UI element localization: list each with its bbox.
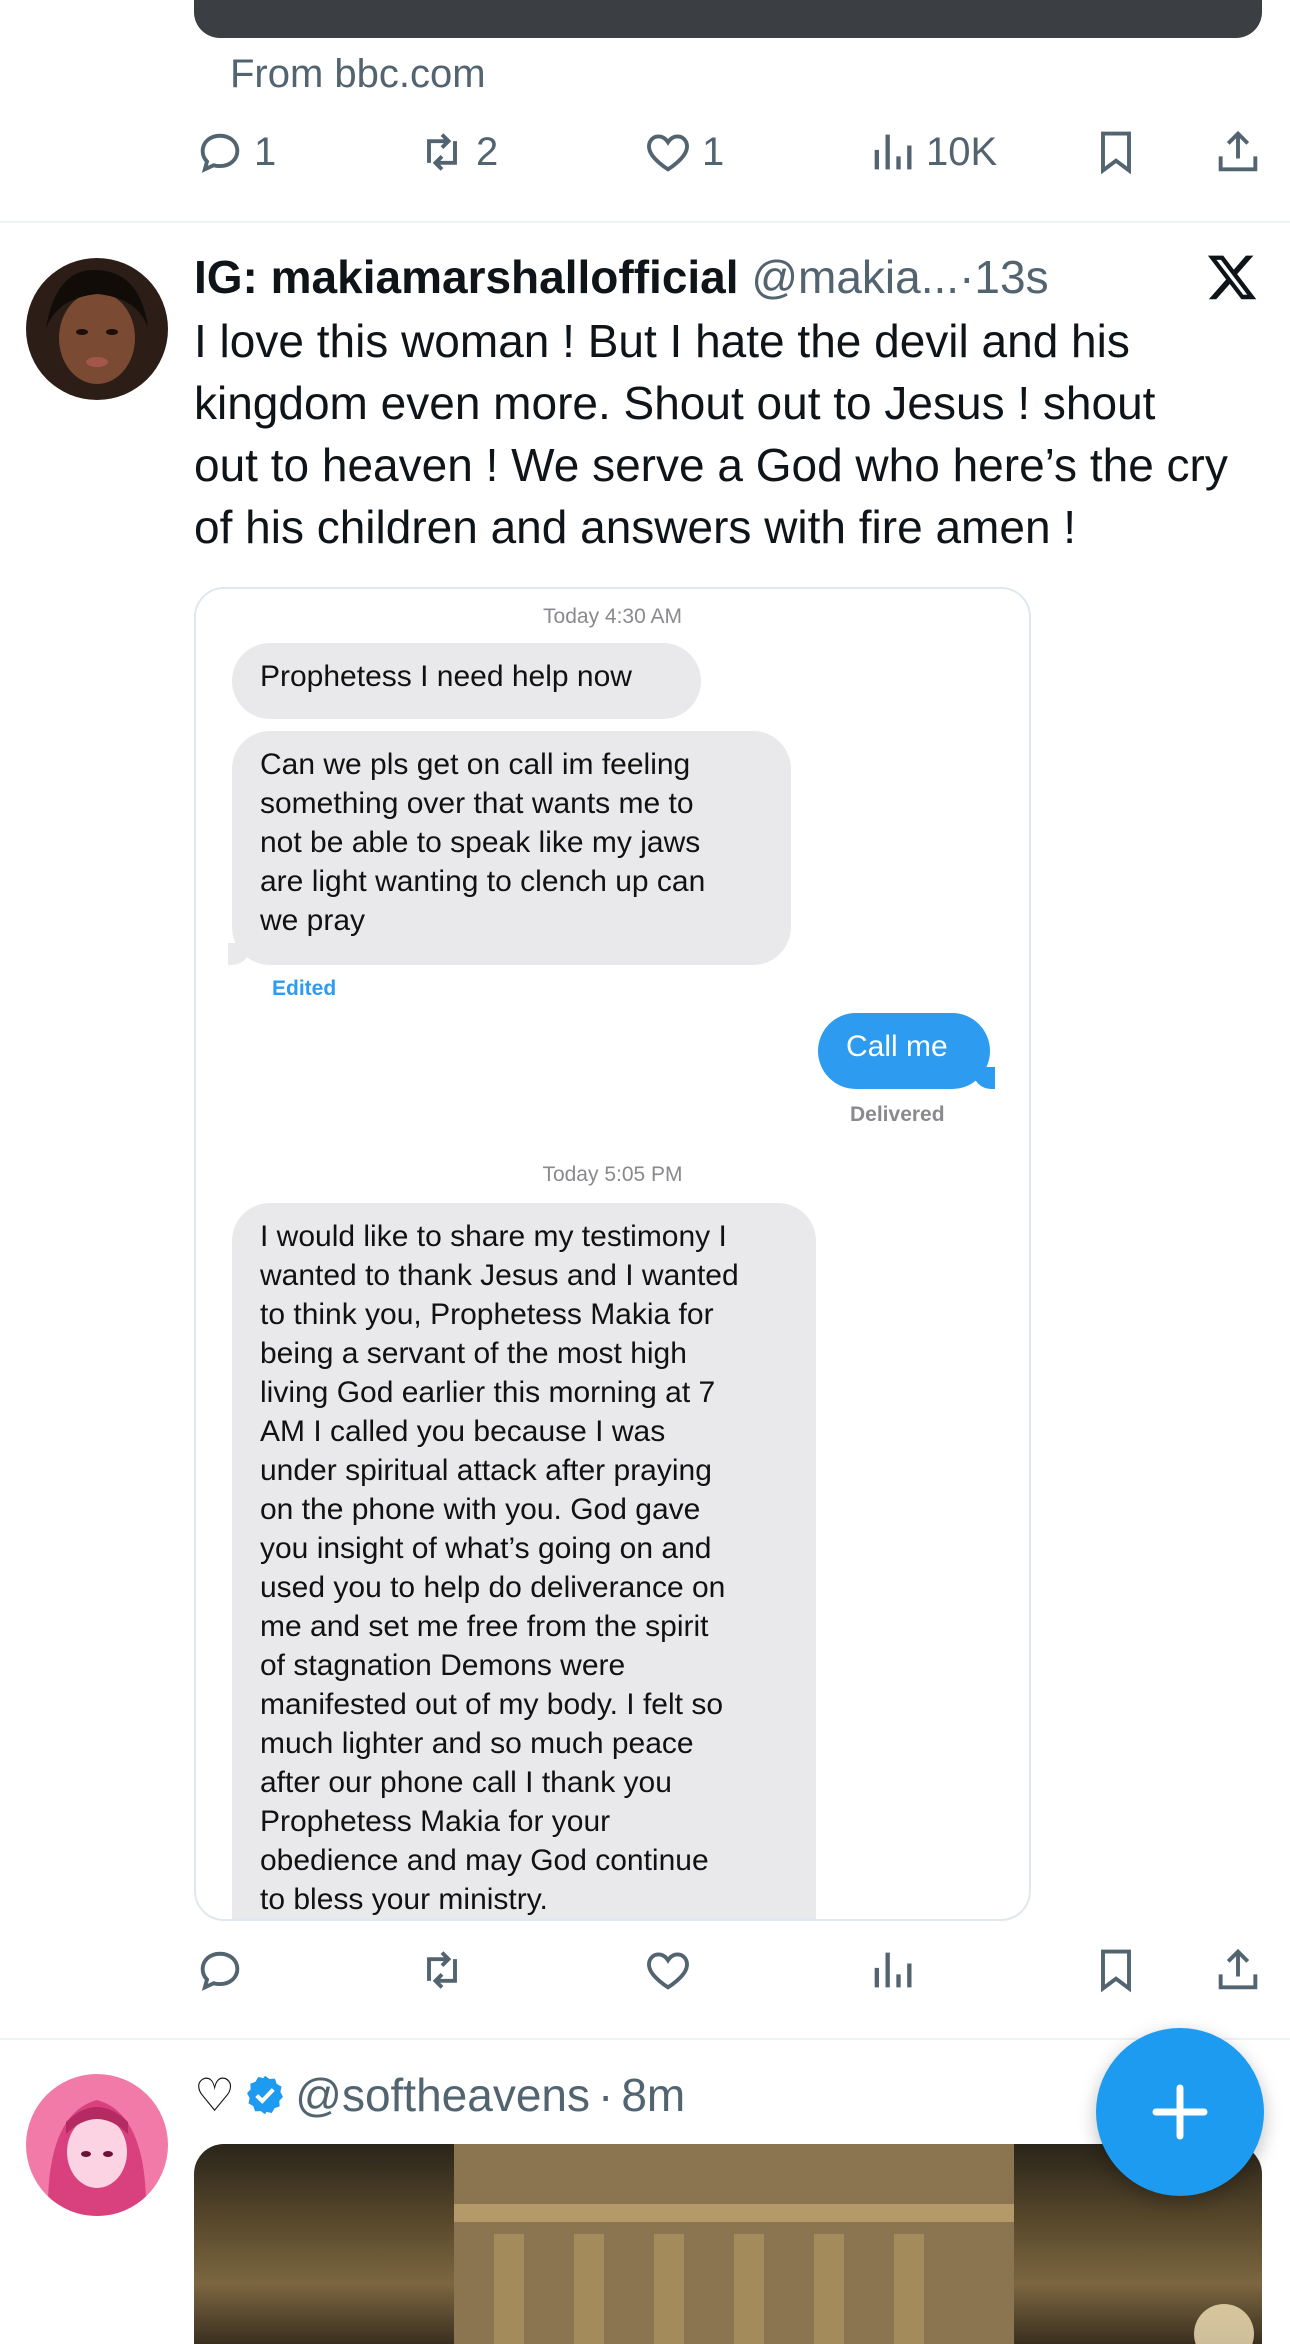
tweet-text-line: kingdom even more. Shout out to Jesus ! …: [194, 377, 1156, 429]
avatar[interactable]: [26, 2074, 168, 2216]
avatar-image: [26, 258, 168, 400]
attached-image[interactable]: Today 4:30 AM Prophetess I need help now…: [194, 587, 1031, 1921]
tweet-text: I love this woman ! But I hate the devil…: [194, 310, 1264, 558]
message-line: wanted to thank Jesus and I wanted: [260, 1259, 739, 1292]
like-icon: [647, 1952, 689, 1990]
message-line: you insight of what’s going on and: [260, 1532, 712, 1565]
next-tweet-media[interactable]: [194, 2144, 1262, 2344]
message-bubble-sent: Call me: [818, 1013, 995, 1089]
message-line: me and set me free from the spirit: [260, 1610, 709, 1643]
avatar[interactable]: [26, 258, 168, 400]
bookmark-button[interactable]: [1090, 1944, 1142, 1996]
views-button[interactable]: [866, 1944, 918, 1996]
message-bubble-received: Prophetess I need help now: [232, 643, 701, 719]
compose-plus-icon: [1152, 2084, 1208, 2140]
message-text: Prophetess I need help now: [260, 660, 632, 693]
retweet-icon: [427, 1951, 457, 1989]
message-line: I would like to share my testimony I: [260, 1220, 727, 1253]
message-line: Can we pls get on call im feeling: [260, 748, 691, 781]
reply-count: 1: [254, 129, 277, 174]
message-line: of stagnation Demons were: [260, 1649, 626, 1682]
delivered-label: Delivered: [850, 1103, 945, 1126]
message-line: Prophetess Makia for your: [260, 1805, 611, 1838]
display-name[interactable]: IG: makiamarshallofficial: [194, 251, 739, 303]
message-text: Call me: [846, 1030, 948, 1063]
message-line: we pray: [260, 904, 366, 937]
like-button[interactable]: 1: [642, 126, 724, 178]
user-handle[interactable]: @makia...: [751, 251, 959, 303]
retweet-count: 2: [476, 129, 499, 174]
retweet-button[interactable]: 2: [416, 126, 498, 178]
message-line: AM I called you because I was: [260, 1415, 666, 1448]
previous-tweet-link-card[interactable]: [194, 0, 1262, 38]
message-line: being a servant of the most high: [260, 1337, 687, 1370]
message-line: after our phone call I thank you: [260, 1766, 672, 1799]
bookmark-button[interactable]: [1090, 126, 1142, 178]
share-icon: [1218, 1948, 1258, 1990]
views-icon: [874, 1952, 912, 1988]
message-line: used you to help do deliverance on: [260, 1571, 726, 1604]
views-count: 10K: [926, 129, 998, 174]
heart-prefix: ♡: [194, 2069, 236, 2121]
separator-dot: ·: [959, 251, 975, 303]
link-source[interactable]: From bbc.com: [230, 52, 486, 97]
tweet-text-line: of his children and answers with fire am…: [194, 501, 1077, 553]
reply-icon: [200, 133, 240, 173]
compose-button[interactable]: [1096, 2028, 1264, 2196]
share-icon: [1218, 130, 1258, 172]
reply-button[interactable]: 1: [194, 126, 276, 178]
share-button[interactable]: [1212, 126, 1264, 178]
like-button[interactable]: [642, 1944, 694, 1996]
like-count: 1: [702, 129, 725, 174]
retweet-button[interactable]: [416, 1944, 468, 1996]
next-tweet-header: ♡ @softheavens · 8m: [194, 2068, 685, 2122]
message-timestamp: Today 5:05 PM: [542, 1163, 683, 1186]
retweet-icon: [427, 133, 457, 171]
like-icon: [647, 134, 689, 172]
tweet-divider: [0, 221, 1290, 223]
tweet-text-line: I love this woman ! But I hate the devil…: [194, 315, 1130, 367]
timestamp[interactable]: 13s: [974, 251, 1048, 303]
message-line: to bless your ministry.: [260, 1883, 548, 1916]
bookmark-icon: [1101, 131, 1131, 175]
x-logo-icon[interactable]: [1205, 250, 1259, 304]
message-line: under spiritual attack after praying: [260, 1454, 712, 1487]
message-line: much lighter and so much peace: [260, 1727, 694, 1760]
previous-tweet-actions: 1 2 1 10K: [194, 126, 1262, 186]
reply-button[interactable]: [194, 1944, 246, 1996]
message-line: on the phone with you. God gave: [260, 1493, 701, 1526]
tweet-text-line: out to heaven ! We serve a God who here’…: [194, 439, 1228, 491]
avatar-image: [26, 2074, 168, 2216]
verified-icon: [247, 2075, 284, 2115]
message-timestamp: Today 4:30 AM: [543, 605, 682, 628]
edited-label: Edited: [272, 977, 337, 1000]
message-bubble-received: I would like to share my testimony I wan…: [232, 1203, 816, 1919]
message-bubble-received: Can we pls get on call im feeling someth…: [228, 731, 791, 965]
timestamp[interactable]: 8m: [621, 2068, 685, 2122]
views-button[interactable]: 10K: [866, 126, 997, 178]
user-handle[interactable]: @softheavens: [295, 2068, 590, 2122]
media-image: [454, 2144, 1254, 2344]
separator-dot: ·: [598, 2069, 614, 2121]
message-line: not be able to speak like my jaws: [260, 826, 701, 859]
message-line: living God earlier this morning at 7: [260, 1376, 716, 1409]
tweet-actions: [194, 1944, 1262, 2004]
bookmark-icon: [1101, 1949, 1131, 1993]
tweet-header: IG: makiamarshallofficial @makia...·13s: [194, 250, 1049, 304]
message-line: something over that wants me to: [260, 787, 694, 820]
message-line: are light wanting to clench up can: [260, 865, 706, 898]
tweet-divider: [0, 2038, 1290, 2040]
views-icon: [874, 134, 912, 170]
message-line: obedience and may God continue: [260, 1844, 709, 1877]
message-line: manifested out of my body. I felt so: [260, 1688, 724, 1721]
share-button[interactable]: [1212, 1944, 1264, 1996]
message-line: to think you, Prophetess Makia for: [260, 1298, 714, 1331]
reply-icon: [200, 1951, 240, 1991]
